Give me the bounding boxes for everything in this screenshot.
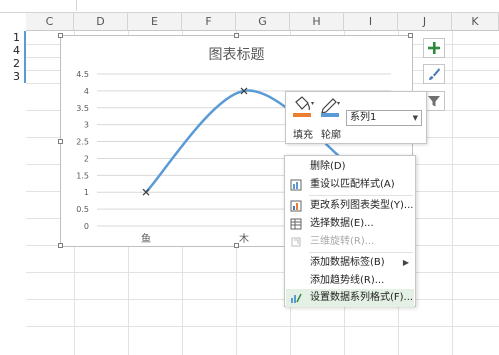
- menu-item-3d-rotation[interactable]: 三维旋转(R)...: [286, 233, 414, 251]
- context-menu: 删除(D) 重设以匹配样式(A) 更改系列图表类型(Y)... 选择数据(E).…: [284, 155, 416, 307]
- outline-button[interactable]: ▾ 轮廓: [317, 96, 345, 141]
- reset-style-icon: [290, 179, 302, 191]
- menu-item-select-data[interactable]: 选择数据(E)...: [286, 215, 414, 233]
- column-header-k[interactable]: K: [452, 13, 499, 31]
- menu-item-reset-style[interactable]: 重设以匹配样式(A): [286, 176, 414, 194]
- outline-pen-icon: ▾: [321, 98, 340, 117]
- spreadsheet: C D E F G H I J K 1 4 2 3 图表标题 4.5 4 3.5 3 2…: [0, 0, 499, 355]
- column-header-e[interactable]: E: [128, 13, 182, 31]
- menu-item-format-data-series[interactable]: 设置数据系列格式(F)...: [286, 289, 414, 307]
- chart-styles-icon: [429, 68, 440, 80]
- cell-value[interactable]: 2: [0, 57, 26, 70]
- column-header-j[interactable]: J: [398, 13, 452, 31]
- outline-label: 轮廓: [321, 130, 341, 141]
- column-header-f[interactable]: F: [182, 13, 236, 31]
- menu-item-delete[interactable]: 删除(D): [286, 158, 414, 176]
- chart-filters-icon: [428, 96, 440, 107]
- chart-type-icon: [290, 200, 302, 212]
- resize-handle[interactable]: [58, 243, 63, 248]
- y-tick-label: 2: [84, 154, 89, 163]
- select-data-icon: [290, 218, 302, 230]
- formula-input[interactable]: [76, 0, 499, 11]
- y-tick-label: 3: [84, 121, 89, 130]
- y-tick-label: 4: [84, 87, 89, 96]
- column-header-i[interactable]: I: [344, 13, 398, 31]
- chart-elements-button[interactable]: [423, 38, 445, 58]
- y-tick-label: 0.5: [76, 205, 89, 214]
- y-tick-label: 4.5: [76, 70, 89, 79]
- resize-handle[interactable]: [234, 243, 239, 248]
- y-tick-label: 0: [84, 222, 89, 231]
- menu-item-add-trendline[interactable]: 添加趋势线(R)...: [286, 272, 414, 290]
- series-select[interactable]: 系列1 ▼: [346, 110, 422, 126]
- fill-label: 填充: [293, 130, 313, 141]
- svg-text:▾: ▾: [337, 100, 340, 107]
- x-tick-label: 木: [239, 233, 249, 245]
- cell-value[interactable]: 1: [0, 31, 26, 44]
- chart-styles-button[interactable]: [423, 64, 445, 84]
- chart-elements-icon: [428, 42, 440, 54]
- y-tick-label: 2.5: [76, 138, 89, 147]
- fill-bucket-icon: ▾: [293, 96, 314, 117]
- resize-handle[interactable]: [234, 33, 239, 38]
- column-header-h[interactable]: H: [290, 13, 344, 31]
- svg-text:▾: ▾: [311, 100, 314, 107]
- column-header-d[interactable]: D: [74, 13, 128, 31]
- menu-item-add-data-labels[interactable]: 添加数据标签(B) ▶: [286, 254, 414, 272]
- formula-bar: [0, 0, 499, 13]
- y-tick-label: 3.5: [76, 104, 89, 113]
- chevron-down-icon: ▼: [412, 114, 418, 122]
- cell-value[interactable]: 4: [0, 44, 26, 57]
- y-tick-label: 1: [84, 188, 89, 197]
- series-select-value: 系列1: [350, 112, 377, 123]
- resize-handle[interactable]: [58, 139, 63, 144]
- resize-handle[interactable]: [408, 33, 413, 38]
- resize-handle[interactable]: [58, 33, 63, 38]
- column-header-g[interactable]: G: [236, 13, 290, 31]
- format-mini-toolbar: ▾ 填充 ▾ 轮廓 系列1 ▼: [285, 91, 427, 144]
- column-header-c[interactable]: C: [26, 13, 74, 31]
- rotate-3d-icon: [291, 237, 301, 247]
- y-tick-label: 1.5: [76, 171, 89, 180]
- format-series-icon: [291, 293, 302, 303]
- menu-item-change-chart-type[interactable]: 更改系列图表类型(Y)...: [286, 197, 414, 215]
- chevron-right-icon: ▶: [402, 258, 409, 267]
- fill-button[interactable]: ▾ 填充: [289, 96, 317, 141]
- cell-value[interactable]: 3: [0, 70, 26, 83]
- x-tick-label: 鱼: [141, 232, 151, 245]
